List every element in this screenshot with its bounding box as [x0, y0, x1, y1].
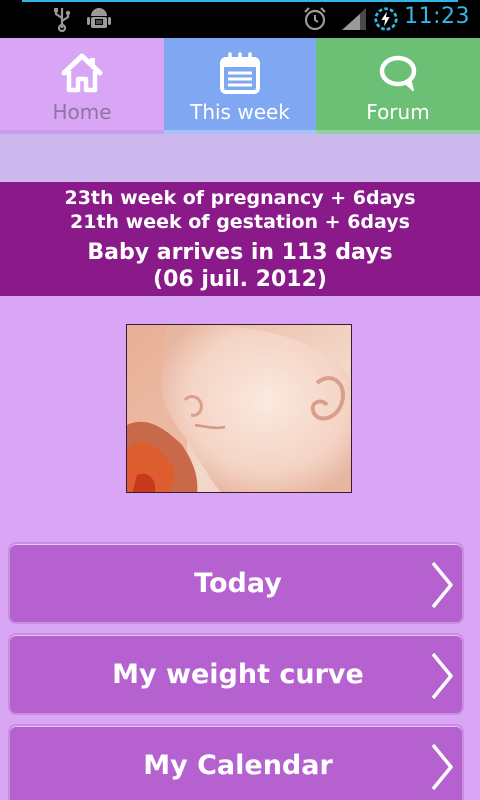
tab-forum[interactable]: Forum: [316, 38, 480, 134]
signal-icon: [342, 8, 366, 30]
menu-button-label: Today: [194, 568, 282, 599]
chevron-right-icon: [431, 652, 453, 700]
chevron-right-icon: [431, 743, 453, 791]
tab-label: Home: [52, 100, 112, 124]
baby-ultrasound-image[interactable]: [126, 324, 352, 493]
baby-illustration: [127, 325, 351, 492]
tab-home[interactable]: Home: [0, 38, 164, 134]
status-bar: 11:23: [0, 0, 480, 38]
pregnancy-info-banner: 23th week of pregnancy + 6days 21th week…: [0, 182, 480, 296]
tab-bar: Home This week Forum: [0, 38, 480, 134]
tab-label: This week: [190, 100, 290, 124]
due-countdown-text: Baby arrives in 113 days: [87, 240, 393, 265]
due-date-text: (06 juil. 2012): [153, 267, 327, 292]
status-bar-accent-line: [22, 0, 458, 2]
alarm-icon: [304, 7, 326, 31]
menu-button-label: My weight curve: [112, 659, 364, 690]
chat-bubble-icon: [379, 55, 417, 91]
tab-label: Forum: [366, 100, 430, 124]
calendar-icon: [220, 52, 260, 94]
pregnancy-week-text: 23th week of pregnancy + 6days: [64, 187, 416, 209]
usb-icon: [54, 8, 71, 32]
calendar-button[interactable]: My Calendar: [8, 724, 464, 800]
weight-curve-button[interactable]: My weight curve: [8, 633, 464, 715]
tab-this-week[interactable]: This week: [164, 38, 316, 134]
home-icon: [61, 53, 103, 93]
battery-charging-icon: [374, 7, 398, 31]
today-button[interactable]: Today: [8, 542, 464, 624]
menu-button-label: My Calendar: [143, 750, 333, 781]
status-clock: 11:23: [404, 4, 470, 29]
gestation-week-text: 21th week of gestation + 6days: [70, 211, 410, 233]
chevron-right-icon: [431, 561, 453, 609]
timeline-current-week-marker: [0, 134, 480, 182]
android-debug-icon: [87, 8, 111, 28]
